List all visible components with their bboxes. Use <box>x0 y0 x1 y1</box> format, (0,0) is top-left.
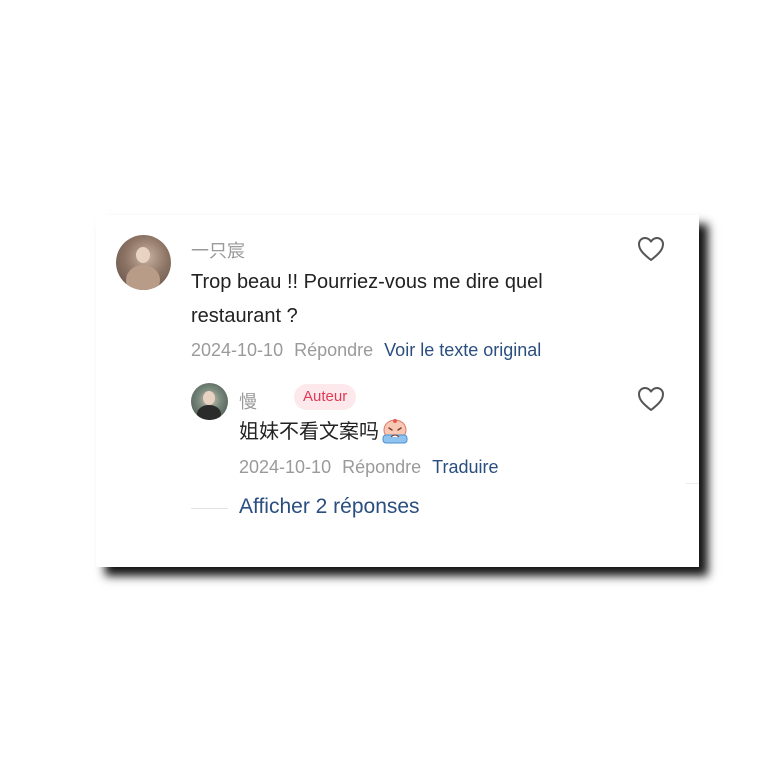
heart-icon[interactable] <box>637 386 665 412</box>
see-original-link[interactable]: Voir le texte original <box>384 340 541 360</box>
author-badge: Auteur <box>294 384 357 410</box>
reply-button[interactable]: Répondre <box>294 340 373 360</box>
avatar[interactable] <box>116 235 171 290</box>
avatar[interactable] <box>191 383 228 420</box>
reply-text-row: 姐妹不看文案吗 <box>239 415 619 449</box>
reply-button[interactable]: Répondre <box>342 457 421 477</box>
translate-link[interactable]: Traduire <box>432 457 498 477</box>
heart-icon[interactable] <box>637 236 665 262</box>
crying-face-emoji-icon <box>382 419 408 444</box>
reply-username[interactable]: 慢 <box>239 388 257 414</box>
reply-meta: 2024-10-10 Répondre Traduire <box>239 457 499 478</box>
reply-text: 姐妹不看文案吗 <box>239 421 379 443</box>
comment-date: 2024-10-10 <box>191 340 284 360</box>
comment-text: Trop beau !! Pourriez-vous me dire quel … <box>191 271 543 327</box>
comment-username[interactable]: 一只宸 <box>191 237 245 263</box>
comment-card: 一只宸 Trop beau !! Pourriez-vous me dire q… <box>96 215 699 567</box>
reply-date: 2024-10-10 <box>239 457 332 477</box>
show-replies-button[interactable]: Afficher 2 réponses <box>239 495 420 519</box>
divider <box>686 483 699 484</box>
divider <box>191 508 228 509</box>
stage: 一只宸 Trop beau !! Pourriez-vous me dire q… <box>0 0 768 768</box>
comment-meta: 2024-10-10 Répondre Voir le texte origin… <box>191 340 541 361</box>
